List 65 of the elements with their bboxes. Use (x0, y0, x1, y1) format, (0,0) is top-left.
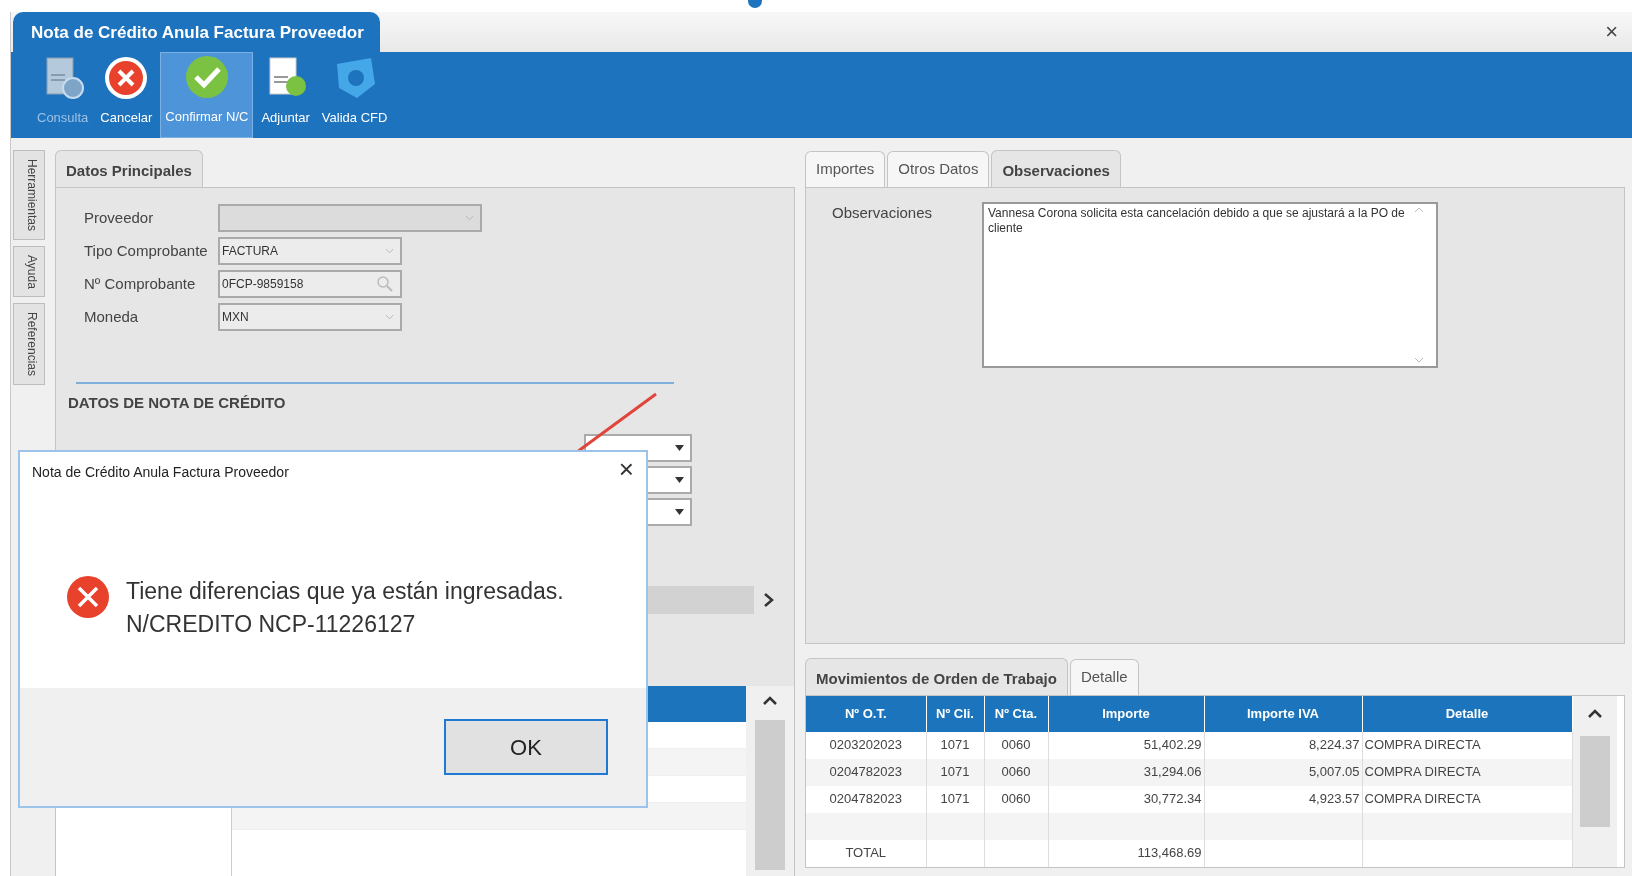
side-tab[interactable]: Herramientas (13, 149, 45, 240)
field-label: Proveedor (83, 207, 155, 228)
notes-field[interactable]: Vannesa Corona solicita esta cancelación debido a que se ajustará a la PO de cliente (982, 201, 1438, 368)
search-icon[interactable] (376, 275, 394, 293)
notes-text: Vannesa Corona solicita esta cancelación debido a que se ajustará a la PO de cliente (988, 205, 1406, 238)
scrollbar-thumb[interactable] (755, 720, 785, 870)
field-label: Moneda (83, 306, 140, 327)
table-cell: 0060 (984, 731, 1048, 759)
toolbar-button[interactable]: Cancelar (96, 52, 157, 138)
field-label: Tipo Comprobante (83, 240, 209, 261)
table-cell: COMPRA DIRECTA (1362, 731, 1572, 759)
field-label: Observaciones (832, 202, 934, 223)
tab[interactable]: Detalle (1069, 659, 1139, 695)
dialog-title: Nota de Crédito Anula Factura Proveedor (32, 463, 289, 482)
table-cell: 30,772.34 (1048, 785, 1204, 813)
tab[interactable]: Datos Principales (55, 149, 203, 187)
caret-icon (385, 248, 394, 254)
tab[interactable]: Otros Datos (887, 151, 990, 187)
scroll-down-icon[interactable] (1414, 355, 1424, 364)
side-tab[interactable]: Ayuda (13, 245, 45, 298)
table-cell: 5,007.05 (1204, 758, 1362, 786)
table-cell: TOTAL (806, 839, 926, 867)
tab[interactable]: Movimientos de Orden de Trabajo (805, 657, 1068, 695)
table-cell: COMPRA DIRECTA (1362, 758, 1572, 786)
close-button[interactable]: × (1605, 21, 1618, 43)
table-cell: COMPRA DIRECTA (1362, 785, 1572, 813)
tab[interactable]: Importes (805, 151, 886, 187)
close-button[interactable]: × (618, 456, 634, 483)
dropdown[interactable] (218, 204, 482, 232)
column-header[interactable]: Importe (1048, 695, 1204, 732)
table-cell: 8,224.37 (1204, 731, 1362, 759)
table-cell: 4,923.57 (1204, 785, 1362, 813)
column-header[interactable]: Nº Cta. (984, 695, 1048, 732)
table-cell: 0060 (984, 785, 1048, 813)
table-cell: 0203202023 (806, 731, 926, 759)
tab[interactable]: Observaciones (991, 149, 1121, 187)
dropdown[interactable]: FACTURA (218, 237, 402, 265)
side-tab[interactable]: Referencias (13, 303, 45, 386)
table-cell: 0204782023 (806, 758, 926, 786)
toolbar-button[interactable]: Valida CFD (317, 52, 392, 138)
field-label: Nº Comprobante (83, 273, 197, 294)
table-cell: 113,468.69 (1048, 839, 1204, 867)
toolbar-button[interactable]: Adjuntar (257, 52, 314, 138)
caret-icon (675, 509, 684, 515)
column-header[interactable]: Detalle (1362, 695, 1572, 732)
caret-icon (385, 314, 394, 320)
error-icon (66, 575, 110, 619)
table-cell: 0204782023 (806, 785, 926, 813)
table-cell: 31,294.06 (1048, 758, 1204, 786)
column-header[interactable]: Importe IVA (1204, 695, 1362, 732)
message-text: Tiene diferencias que ya están ingresadas. (126, 577, 564, 606)
table-cell: 0060 (984, 758, 1048, 786)
scrollbar-thumb[interactable] (1579, 735, 1610, 827)
section-title: DATOS DE NOTA DE CRÉDITO (67, 392, 287, 413)
message-text: N/CREDITO NCP-11226127 (126, 610, 416, 640)
table-cell: 51,402.29 (1048, 731, 1204, 759)
search-field[interactable]: 0FCP-9859158 (218, 270, 402, 298)
ok-button[interactable]: OK (444, 719, 608, 775)
caret-icon (465, 215, 474, 221)
caret-icon (675, 477, 684, 483)
window-tab[interactable]: Nota de Crédito Anula Factura Proveedor (13, 12, 380, 52)
caret-icon (675, 445, 684, 451)
column-header[interactable]: Nº Cli. (926, 695, 984, 732)
dropdown[interactable]: MXN (218, 303, 402, 331)
column-header[interactable]: Nº O.T. (806, 695, 926, 732)
